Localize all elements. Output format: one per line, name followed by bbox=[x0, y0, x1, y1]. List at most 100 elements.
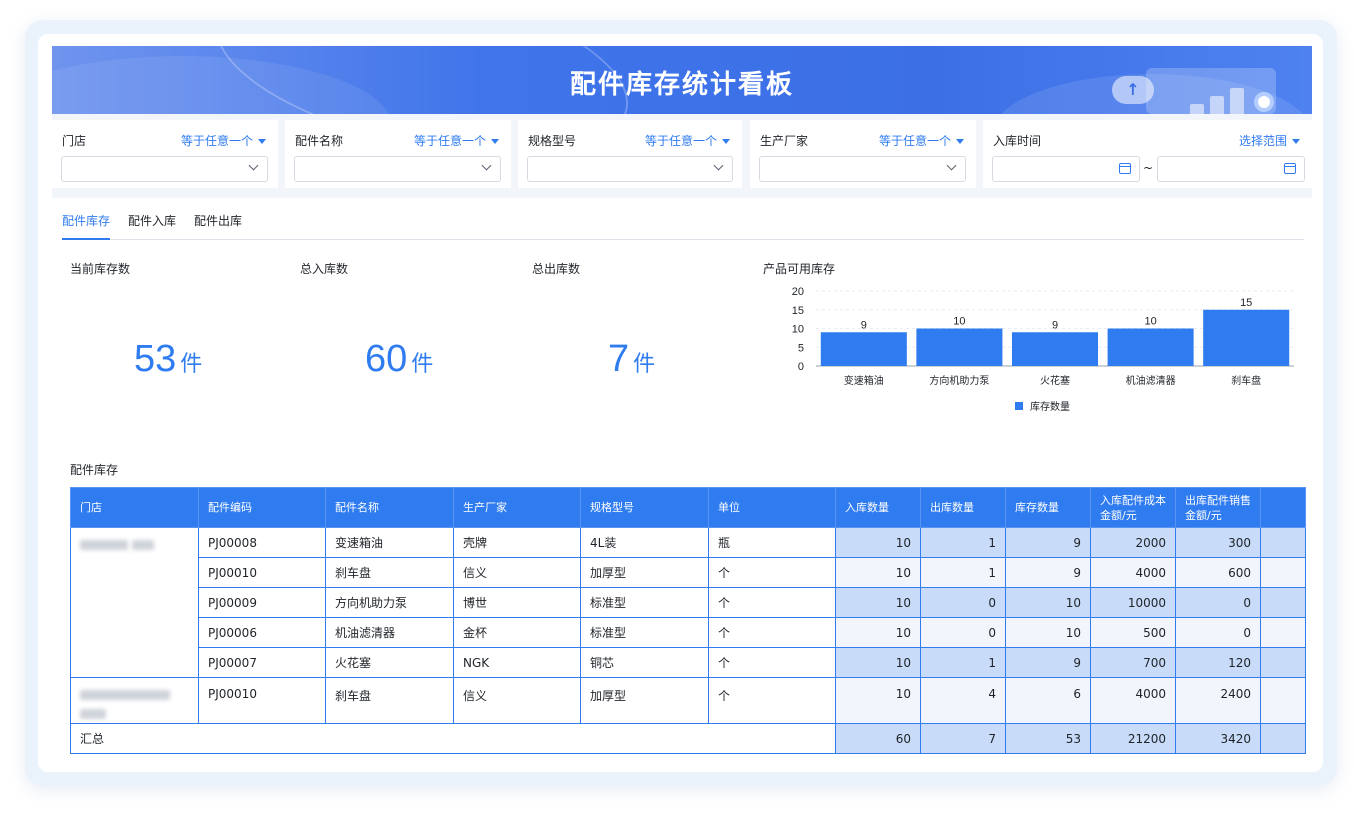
table-cell: 铜芯 bbox=[580, 647, 709, 678]
range-separator: ~ bbox=[1143, 161, 1154, 175]
bar bbox=[1203, 309, 1290, 366]
bar bbox=[916, 328, 1003, 366]
chart-title: 产品可用库存 bbox=[763, 262, 836, 276]
table-header-row: 门店 配件编码 配件名称 生产厂家 规格型号 单位 入库数量 出库数量 库存数量… bbox=[70, 487, 1306, 528]
column-header[interactable]: 门店 bbox=[70, 487, 199, 528]
cloud-chart-illustration: ↑ bbox=[1112, 64, 1292, 114]
data-label: 9 bbox=[1052, 319, 1058, 331]
calendar-icon[interactable] bbox=[1284, 163, 1296, 174]
column-header[interactable]: 配件编码 bbox=[198, 487, 326, 528]
column-header[interactable]: 库存数量 bbox=[1005, 487, 1091, 528]
table-cell: 10 bbox=[835, 647, 921, 678]
calendar-icon[interactable] bbox=[1119, 163, 1131, 174]
table-cell: 0 bbox=[920, 617, 1006, 648]
chevron-down-icon bbox=[713, 160, 724, 171]
start-date-input[interactable] bbox=[992, 156, 1140, 182]
filter-inbound-time: 入库时间 选择范围 ~ bbox=[983, 120, 1312, 188]
table-cell: 个 bbox=[708, 617, 836, 648]
caret-down-icon bbox=[258, 139, 266, 144]
total-label: 汇总 bbox=[70, 723, 836, 754]
store-select[interactable] bbox=[61, 156, 268, 182]
table-cell: 信义 bbox=[453, 677, 581, 724]
tab-parts-inbound[interactable]: 配件入库 bbox=[128, 212, 176, 229]
data-label: 10 bbox=[1144, 316, 1156, 328]
filter-operator-dropdown[interactable]: 选择范围 bbox=[1239, 132, 1300, 149]
filter-operator-dropdown[interactable]: 等于任意一个 bbox=[181, 132, 266, 149]
content-panel: 配件库存 配件入库 配件出库 当前库存数 53 件 总入库数 60 件 总出库数 7… bbox=[52, 198, 1312, 772]
table-cell: 方向机助力泵 bbox=[325, 587, 454, 618]
table-cell: 标准型 bbox=[580, 617, 709, 648]
filter-bar: 门店 等于任意一个 配件名称 等于任意一个 规格型号 等于任意一个 生产厂家 等… bbox=[52, 120, 1312, 192]
column-header[interactable]: 入库数量 bbox=[835, 487, 921, 528]
caret-down-icon bbox=[1292, 139, 1300, 144]
x-tick-label: 机油滤清器 bbox=[1126, 374, 1176, 387]
legend-label: 库存数量 bbox=[1030, 400, 1070, 413]
column-header[interactable]: 出库数量 bbox=[920, 487, 1006, 528]
bar bbox=[820, 332, 907, 366]
table-cell bbox=[1260, 677, 1306, 724]
column-header[interactable]: 入库配件成本金额/元 bbox=[1090, 487, 1176, 528]
column-header[interactable]: 出库配件销售金额/元 bbox=[1175, 487, 1261, 528]
table-cell: 0 bbox=[1175, 617, 1261, 648]
caret-down-icon bbox=[956, 139, 964, 144]
dashboard: 配件库存统计看板 ↑ 门店 等于任意一个 配件名称 等于任意一个 规格型号 等于… bbox=[52, 46, 1312, 772]
table-cell: 600 bbox=[1175, 557, 1261, 588]
table-cell: 10 bbox=[1005, 617, 1091, 648]
tab-parts-inventory[interactable]: 配件库存 bbox=[62, 212, 110, 229]
spec-select[interactable] bbox=[527, 156, 733, 182]
total-cell: 53 bbox=[1005, 723, 1091, 754]
total-cell: 60 bbox=[835, 723, 921, 754]
table-cell: 0 bbox=[1175, 587, 1261, 618]
y-tick-label: 10 bbox=[792, 324, 804, 336]
kpi-value-total-inbound: 60 件 bbox=[365, 338, 434, 380]
table-cell: PJ00006 bbox=[198, 617, 326, 648]
chevron-down-icon bbox=[481, 160, 492, 171]
table-cell: 2400 bbox=[1175, 677, 1261, 724]
column-header[interactable]: 单位 bbox=[708, 487, 836, 528]
filter-store: 门店 等于任意一个 bbox=[52, 120, 278, 188]
table-cell: 4000 bbox=[1090, 557, 1176, 588]
filter-operator-dropdown[interactable]: 等于任意一个 bbox=[645, 132, 730, 149]
kpi-title-current-stock: 当前库存数 bbox=[70, 262, 131, 276]
column-header[interactable]: 生产厂家 bbox=[453, 487, 581, 528]
filter-label: 生产厂家 bbox=[760, 134, 809, 148]
column-header[interactable]: 配件名称 bbox=[325, 487, 454, 528]
active-tab-indicator bbox=[62, 238, 110, 240]
column-header[interactable]: 规格型号 bbox=[580, 487, 709, 528]
end-date-input[interactable] bbox=[1157, 156, 1305, 182]
table-row: PJ00009 方向机助力泵 博世 标准型 个 10 0 10 10000 0 bbox=[71, 587, 1306, 618]
total-cell: 21200 bbox=[1090, 723, 1176, 754]
bar bbox=[1011, 332, 1099, 366]
table-cell: 刹车盘 bbox=[325, 557, 454, 588]
table-cell: 加厚型 bbox=[580, 557, 709, 588]
table-cell: 700 bbox=[1090, 647, 1176, 678]
dashboard-frame: 配件库存统计看板 ↑ 门店 等于任意一个 配件名称 等于任意一个 规格型号 等于… bbox=[25, 20, 1337, 786]
table-cell: NGK bbox=[453, 647, 581, 678]
table-cell: 6 bbox=[1005, 677, 1091, 724]
kpi-title-total-outbound: 总出库数 bbox=[532, 262, 581, 276]
table-row: PJ00007 火花塞 NGK 铜芯 个 10 1 9 700 120 bbox=[71, 647, 1306, 678]
filter-operator-dropdown[interactable]: 等于任意一个 bbox=[414, 132, 499, 149]
table-cell: 1 bbox=[920, 557, 1006, 588]
table-cell: 9 bbox=[1005, 557, 1091, 588]
table-cell: 变速箱油 bbox=[325, 527, 454, 558]
tab-parts-outbound[interactable]: 配件出库 bbox=[194, 212, 242, 229]
legend-swatch bbox=[1015, 402, 1023, 410]
table-row: PJ00006 机油滤清器 金杯 标准型 个 10 0 10 500 0 bbox=[71, 617, 1306, 648]
table-cell bbox=[1260, 617, 1306, 648]
table-cell: 4L装 bbox=[580, 527, 709, 558]
total-cell: 7 bbox=[920, 723, 1006, 754]
table-cell: 9 bbox=[1005, 527, 1091, 558]
manufacturer-select[interactable] bbox=[759, 156, 966, 182]
parts-inventory-table: 门店 配件编码 配件名称 生产厂家 规格型号 单位 入库数量 出库数量 库存数量… bbox=[70, 487, 1306, 754]
table-row: PJ00010 刹车盘 信义 加厚型 个 10 1 9 4000 600 bbox=[71, 557, 1306, 588]
table-cell: 10000 bbox=[1090, 587, 1176, 618]
part-name-select[interactable] bbox=[294, 156, 501, 182]
data-label: 15 bbox=[1240, 297, 1252, 309]
table-cell: 300 bbox=[1175, 527, 1261, 558]
table-cell: 10 bbox=[835, 677, 921, 724]
filter-operator-dropdown[interactable]: 等于任意一个 bbox=[879, 132, 964, 149]
table-total-row: 汇总 60 7 53 21200 3420 bbox=[70, 723, 1306, 754]
tab-bar: 配件库存 配件入库 配件出库 bbox=[62, 198, 1304, 240]
table-cell: PJ00007 bbox=[198, 647, 326, 678]
